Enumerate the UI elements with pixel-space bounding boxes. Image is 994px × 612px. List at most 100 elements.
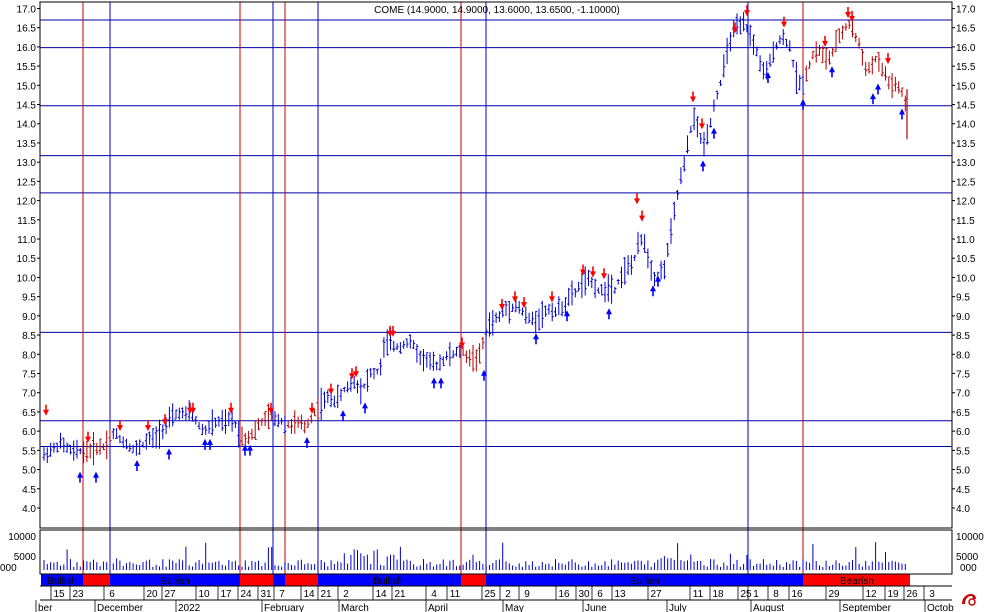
volume-tick-label-right: 5000 xyxy=(956,552,979,563)
y-tick-label-left: 16.5 xyxy=(17,24,37,35)
x-day-label: 3 xyxy=(929,589,935,600)
y-tick-label-left: 10.5 xyxy=(17,254,37,265)
y-tick-label-right: 8.5 xyxy=(956,331,970,342)
x-day-label: 25 xyxy=(484,589,496,600)
y-tick-label-right: 12.0 xyxy=(956,197,976,208)
x-month-label: February xyxy=(264,603,304,612)
x-month-label: March xyxy=(341,603,369,612)
y-tick-label-right: 7.5 xyxy=(956,370,970,381)
y-tick-label-left: 7.5 xyxy=(22,370,36,381)
y-tick-label-left: 12.0 xyxy=(17,197,37,208)
x-day-label: 14 xyxy=(303,589,315,600)
x-day-label: 11 xyxy=(693,589,704,600)
x-month-label: May xyxy=(505,603,524,612)
x-day-label: 21 xyxy=(320,589,332,600)
y-tick-label-right: 14.5 xyxy=(956,101,976,112)
volume-tick-label-left: 5000 xyxy=(14,552,37,563)
x-day-label: 9 xyxy=(524,589,530,600)
y-tick-label-right: 15.5 xyxy=(956,62,976,73)
x-day-label: 27 xyxy=(650,589,662,600)
y-tick-label-right: 10.0 xyxy=(956,273,976,284)
x-day-label: 11 xyxy=(450,589,461,600)
x-day-label: 29 xyxy=(828,589,840,600)
x-day-label: 1 xyxy=(753,589,759,600)
x-month-label: Octob xyxy=(927,603,954,612)
y-tick-label-right: 5.5 xyxy=(956,446,970,457)
y-tick-label-right: 13.0 xyxy=(956,158,976,169)
y-tick-label-left: 13.5 xyxy=(17,139,37,150)
volume-axis-stub-left: 000 xyxy=(0,563,17,574)
x-month-label: 2022 xyxy=(178,603,201,612)
y-tick-label-right: 10.5 xyxy=(956,254,976,265)
x-month-label: April xyxy=(428,603,448,612)
y-tick-label-left: 13.0 xyxy=(17,158,37,169)
x-month-label: September xyxy=(842,603,892,612)
y-tick-label-right: 6.0 xyxy=(956,427,970,438)
trend-band-label: Bullish xyxy=(160,576,189,587)
volume-tick-label-left: 10000 xyxy=(8,532,36,543)
y-tick-label-right: 16.0 xyxy=(956,43,976,54)
y-tick-label-left: 12.5 xyxy=(17,177,37,188)
y-tick-label-right: 4.5 xyxy=(956,485,970,496)
x-day-label: 16 xyxy=(791,589,803,600)
x-day-label: 26 xyxy=(906,589,918,600)
y-tick-label-left: 9.5 xyxy=(22,293,36,304)
trend-band-label: Bullish xyxy=(47,576,76,587)
y-tick-label-left: 8.0 xyxy=(22,350,36,361)
y-tick-label-right: 7.0 xyxy=(956,389,970,400)
trend-band: Bullish Bullish Bullish Bullish Bearish xyxy=(41,574,910,587)
x-day-label: 18 xyxy=(712,589,724,600)
x-day-label: 4 xyxy=(431,589,437,600)
y-tick-label-left: 14.5 xyxy=(17,101,37,112)
x-day-label: 14 xyxy=(375,589,387,600)
y-tick-label-right: 11.0 xyxy=(956,235,975,246)
y-tick-label-left: 6.5 xyxy=(22,408,36,419)
ohlc-chart: Bullish Bullish Bullish Bullish Bearish 4.0 4… xyxy=(0,0,994,612)
trend-band-label: Bullish xyxy=(373,576,402,587)
y-tick-label-right: 8.0 xyxy=(956,350,970,361)
y-tick-label-left: 10.0 xyxy=(17,273,37,284)
x-day-label: 16 xyxy=(558,589,570,600)
y-tick-label-left: 15.5 xyxy=(17,62,37,73)
y-tick-label-right: 9.5 xyxy=(956,293,970,304)
y-tick-label-left: 11.0 xyxy=(17,235,36,246)
x-day-label: 6 xyxy=(597,589,603,600)
volume-tick-label-right: 10000 xyxy=(956,532,984,543)
x-month-label: December xyxy=(97,603,144,612)
x-day-label: 2 xyxy=(505,589,511,600)
y-tick-label-left: 11.5 xyxy=(17,216,36,227)
y-tick-label-right: 14.0 xyxy=(956,120,976,131)
y-tick-label-left: 8.5 xyxy=(22,331,36,342)
y-tick-label-left: 5.5 xyxy=(22,446,36,457)
x-day-label: 10 xyxy=(198,589,210,600)
x-day-label: 7 xyxy=(279,589,285,600)
x-day-label: 13 xyxy=(614,589,626,600)
y-tick-label-right: 11.5 xyxy=(956,216,975,227)
x-month-label: June xyxy=(585,603,607,612)
trend-band-bullish xyxy=(273,574,285,586)
y-tick-label-left: 4.5 xyxy=(22,485,36,496)
y-tick-label-right: 4.0 xyxy=(956,504,970,515)
x-day-label: 31 xyxy=(260,589,272,600)
trend-band-label: Bearish xyxy=(840,576,874,587)
trend-band-label: Bullish xyxy=(630,576,659,587)
y-tick-label-right: 16.5 xyxy=(956,24,976,35)
y-tick-label-right: 6.5 xyxy=(956,408,970,419)
trend-band-bearish xyxy=(240,574,273,586)
volume-axis-stub-right: 000 xyxy=(960,563,977,574)
y-tick-label-left: 6.0 xyxy=(22,427,36,438)
chart-background xyxy=(0,0,994,612)
y-tick-label-right: 15.0 xyxy=(956,81,976,92)
x-day-label: 23 xyxy=(72,589,84,600)
x-day-label: 19 xyxy=(887,589,899,600)
y-tick-label-left: 4.0 xyxy=(22,504,36,515)
x-day-label: 12 xyxy=(865,589,877,600)
y-tick-label-right: 13.5 xyxy=(956,139,976,150)
x-month-label: ber xyxy=(38,603,53,612)
y-tick-label-left: 14.0 xyxy=(17,120,37,131)
x-month-label: July xyxy=(669,603,687,612)
x-day-label: 30 xyxy=(578,589,590,600)
y-tick-label-left: 7.0 xyxy=(22,389,36,400)
x-day-label: 25 xyxy=(740,589,752,600)
y-tick-label-right: 9.0 xyxy=(956,312,970,323)
